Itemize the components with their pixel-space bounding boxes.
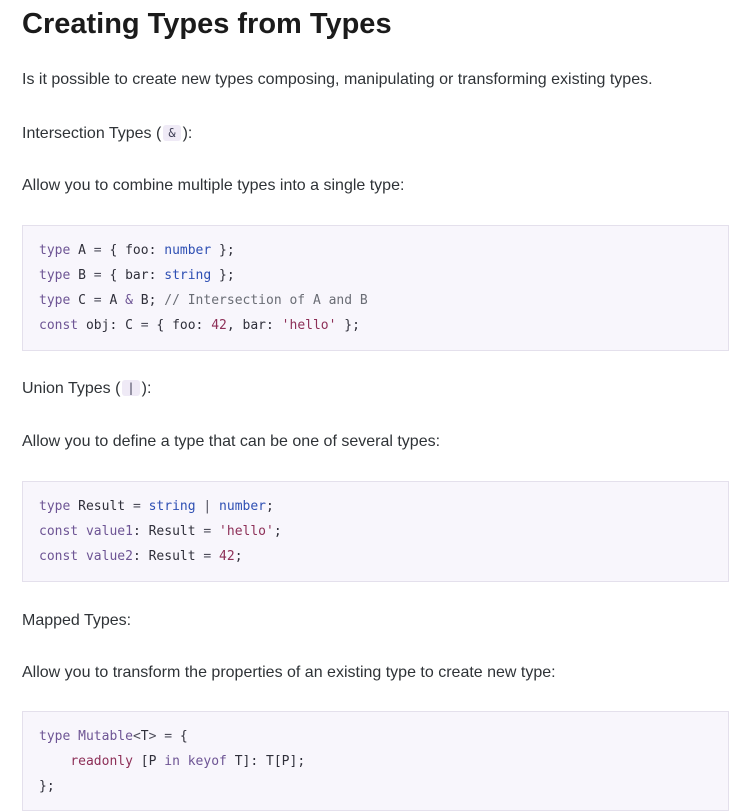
intro-paragraph: Is it possible to create new types compo… (22, 71, 653, 88)
inline-code-pipe: | (122, 380, 140, 396)
code-block-union: type Result = string | number; const val… (22, 481, 729, 582)
code-line: type A = { foo: number }; (39, 243, 235, 258)
page-title: Creating Types from Types (22, 8, 392, 40)
code-block-mapped: type Mutable<T> = { readonly [P in keyof… (22, 711, 729, 811)
code-line: const value2: Result = 42; (39, 549, 243, 564)
code-line: type C = A & B; // Intersection of A and… (39, 293, 368, 308)
section-heading-text: Union Types ( (22, 380, 121, 397)
code-line: const value1: Result = 'hello'; (39, 524, 282, 539)
code-line: type B = { bar: string }; (39, 268, 235, 283)
inline-code-ampersand: & (163, 125, 181, 141)
section-description-union: Allow you to define a type that can be o… (22, 433, 441, 450)
code-line: type Result = string | number; (39, 499, 274, 514)
section-heading-suffix: ): (182, 125, 193, 142)
section-heading-intersection: Intersection Types (&): (22, 125, 192, 143)
section-description-mapped: Allow you to transform the properties of… (22, 664, 556, 681)
section-description-intersection: Allow you to combine multiple types into… (22, 177, 405, 194)
code-line: const obj: C = { foo: 42, bar: 'hello' }… (39, 318, 360, 333)
code-block-intersection: type A = { foo: number }; type B = { bar… (22, 225, 729, 351)
code-line: }; (39, 779, 55, 794)
section-heading-mapped: Mapped Types: (22, 612, 132, 629)
code-line: readonly [P in keyof T]: T[P]; (70, 754, 306, 769)
section-heading-suffix: ): (141, 380, 152, 397)
section-heading-union: Union Types (|): (22, 380, 151, 398)
section-heading-text: Intersection Types ( (22, 125, 162, 142)
code-line: type Mutable<T> = { (39, 729, 188, 744)
